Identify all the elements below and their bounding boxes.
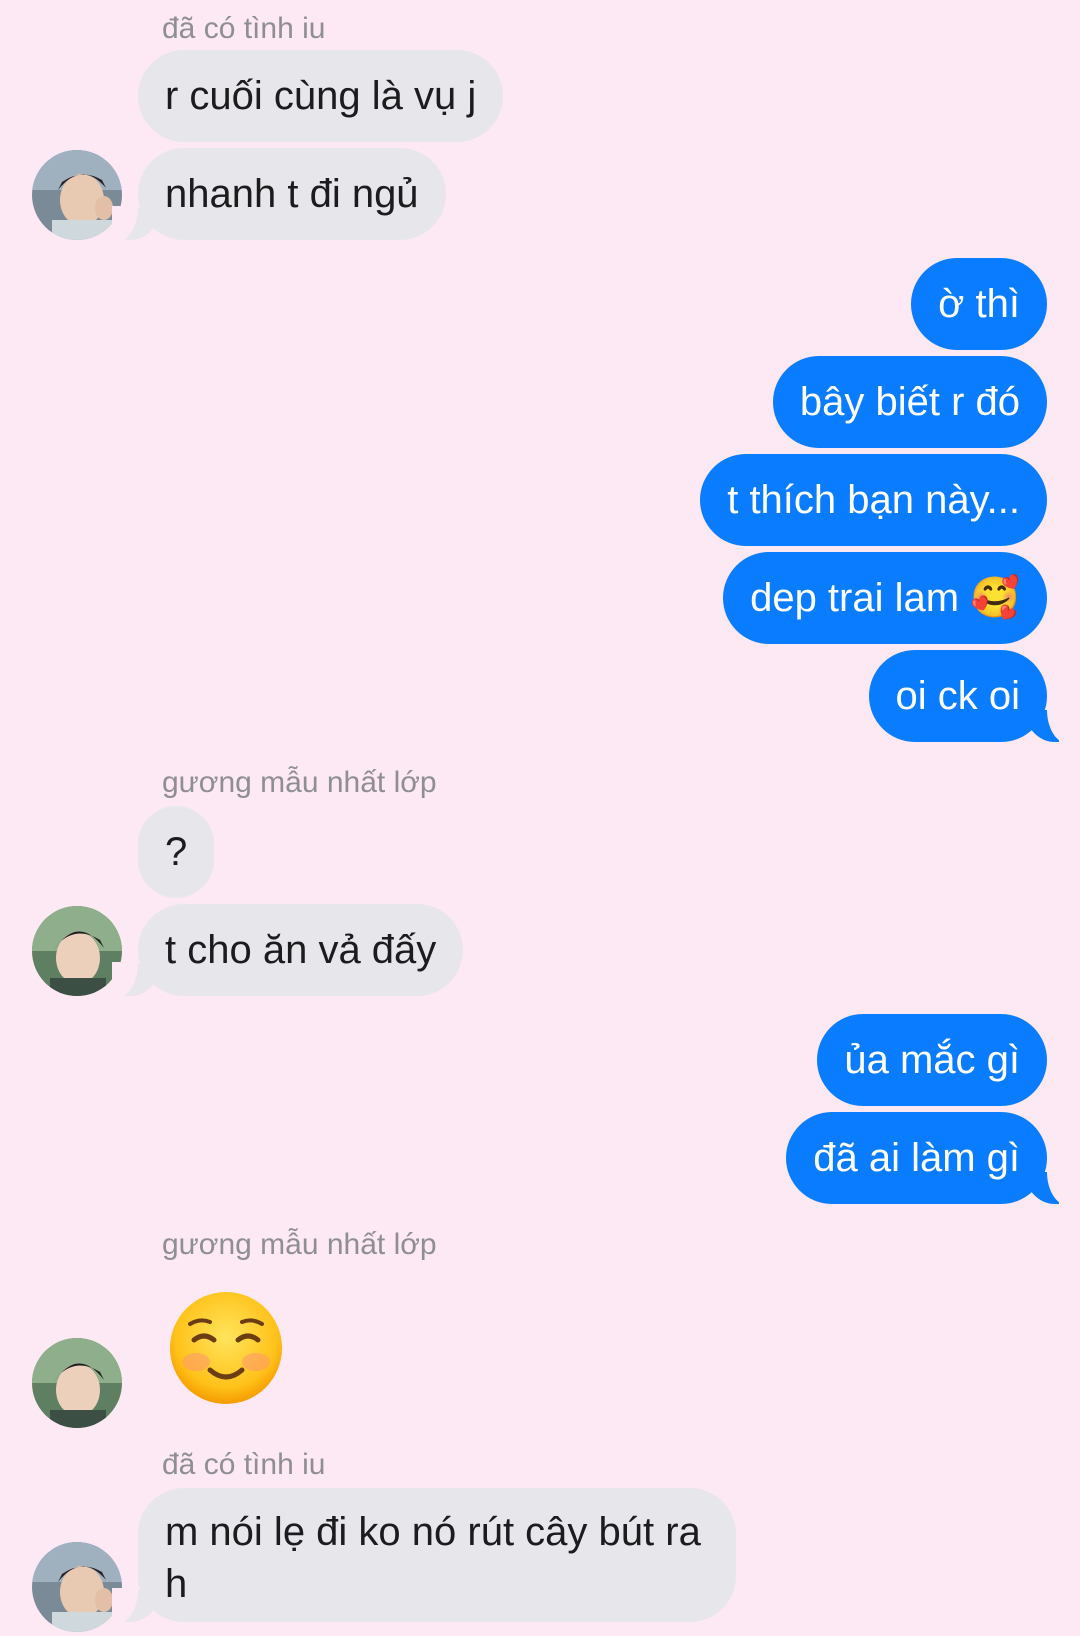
contact-avatar[interactable] [32, 906, 122, 996]
contact-avatar[interactable] [32, 1542, 122, 1632]
incoming-message[interactable]: nhanh t đi ngủ [112, 148, 446, 242]
incoming-message[interactable]: t cho ăn vả đấy [111, 904, 464, 998]
contact-avatar[interactable] [32, 1338, 122, 1428]
sender-name: gương mẫu nhất lớp [162, 766, 437, 799]
contact-avatar[interactable] [32, 150, 122, 240]
sender-name: gương mẫu nhất lớp [162, 1228, 437, 1261]
message-text: dep trai lam [750, 576, 960, 620]
incoming-message[interactable]: ? [138, 806, 215, 898]
outgoing-message[interactable]: t thích bạn này... [700, 454, 1047, 546]
outgoing-message[interactable]: dep trai lam 🥰 [723, 552, 1047, 644]
outgoing-message[interactable]: ủa mắc gì [817, 1014, 1047, 1106]
outgoing-message[interactable]: bây biết r đó [772, 356, 1047, 448]
outgoing-message[interactable]: oi ck oi [868, 650, 1073, 744]
smiling-face-icon[interactable] [166, 1288, 286, 1408]
sender-name: đã có tình iu [162, 1448, 326, 1481]
incoming-message[interactable]: r cuối cùng là vụ j [138, 50, 504, 142]
outgoing-message[interactable]: ờ thì [911, 258, 1047, 350]
incoming-message[interactable]: m nói lẹ đi ko nó rút cây bút ra h [112, 1488, 736, 1624]
outgoing-message[interactable]: đã ai làm gì [786, 1112, 1073, 1206]
sender-name: đã có tình iu [162, 12, 326, 45]
smiling-face-with-hearts-icon: 🥰 [970, 576, 1020, 620]
